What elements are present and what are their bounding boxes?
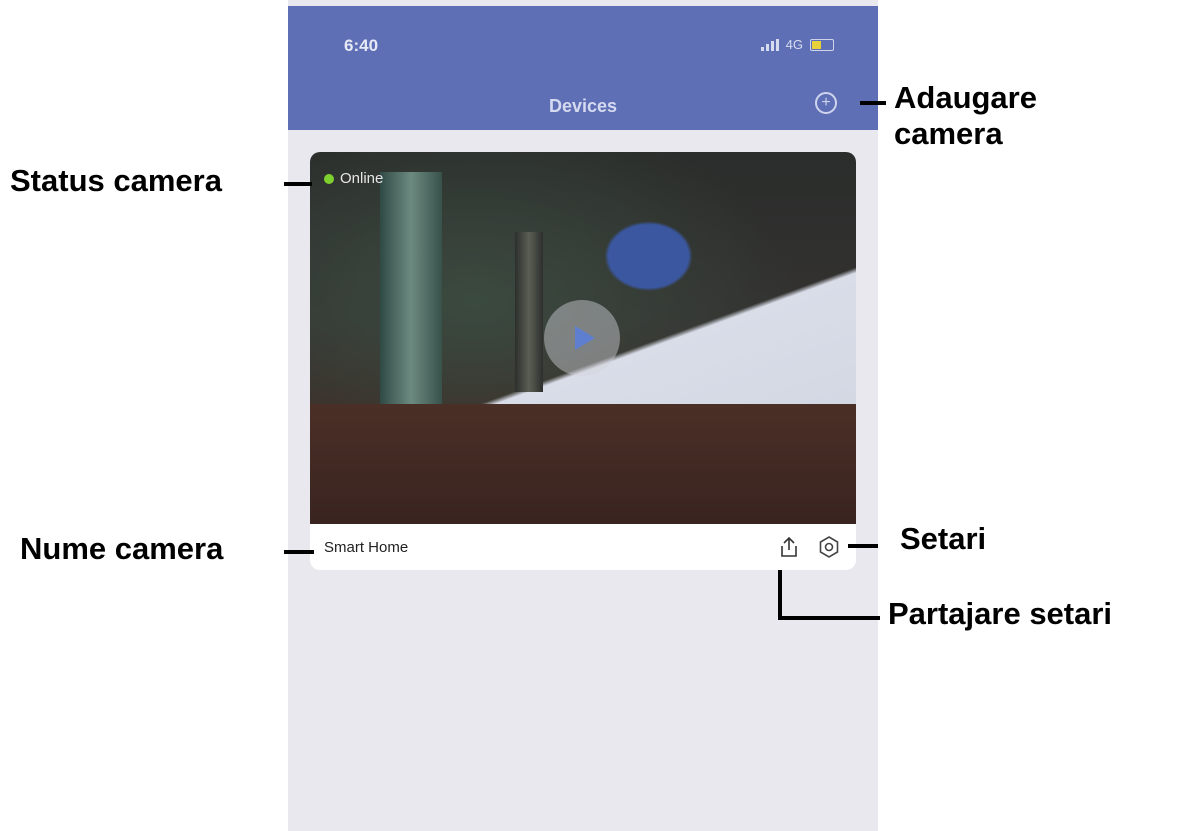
annotation-camera-name: Nume camera: [20, 531, 224, 566]
preview-scene-detail: [515, 232, 543, 392]
callout-line: [848, 544, 878, 548]
annotation-settings: Setari: [900, 521, 987, 556]
callout-line: [284, 550, 314, 554]
share-icon[interactable]: [776, 534, 802, 560]
status-badge: Online: [324, 170, 383, 187]
annotation-status-camera: Status camera: [10, 163, 222, 198]
plus-icon: +: [821, 94, 831, 111]
annotation-add-camera: Adaugare camera: [894, 80, 1037, 151]
callout-line: [284, 182, 312, 186]
status-text: Online: [340, 170, 384, 187]
status-indicators: 4G: [760, 37, 834, 52]
add-camera-button[interactable]: +: [815, 92, 837, 114]
callout-line: [778, 616, 880, 620]
preview-scene-floor: [310, 404, 856, 524]
app-header: 6:40 4G Devices +: [288, 6, 878, 130]
signal-icon: [760, 38, 779, 51]
phone-screen: 6:40 4G Devices + Online Smart Home: [288, 0, 878, 831]
card-footer: Smart Home: [310, 524, 856, 570]
battery-icon: [810, 38, 834, 51]
camera-card[interactable]: Online Smart Home: [310, 152, 856, 570]
status-dot-icon: [324, 173, 334, 184]
play-button[interactable]: [544, 300, 620, 376]
gear-icon[interactable]: [816, 534, 842, 560]
annotation-add-camera-line1: Adaugare: [894, 80, 1037, 115]
callout-line: [778, 570, 782, 620]
annotation-share-settings: Partajare setari: [888, 596, 1113, 631]
camera-name: Smart Home: [324, 538, 409, 556]
camera-preview[interactable]: Online: [310, 152, 856, 524]
callout-line: [860, 101, 886, 105]
status-time: 6:40: [344, 36, 379, 55]
page-title: Devices: [548, 96, 618, 116]
annotation-add-camera-line2: camera: [894, 115, 1003, 151]
network-type: 4G: [785, 37, 803, 52]
